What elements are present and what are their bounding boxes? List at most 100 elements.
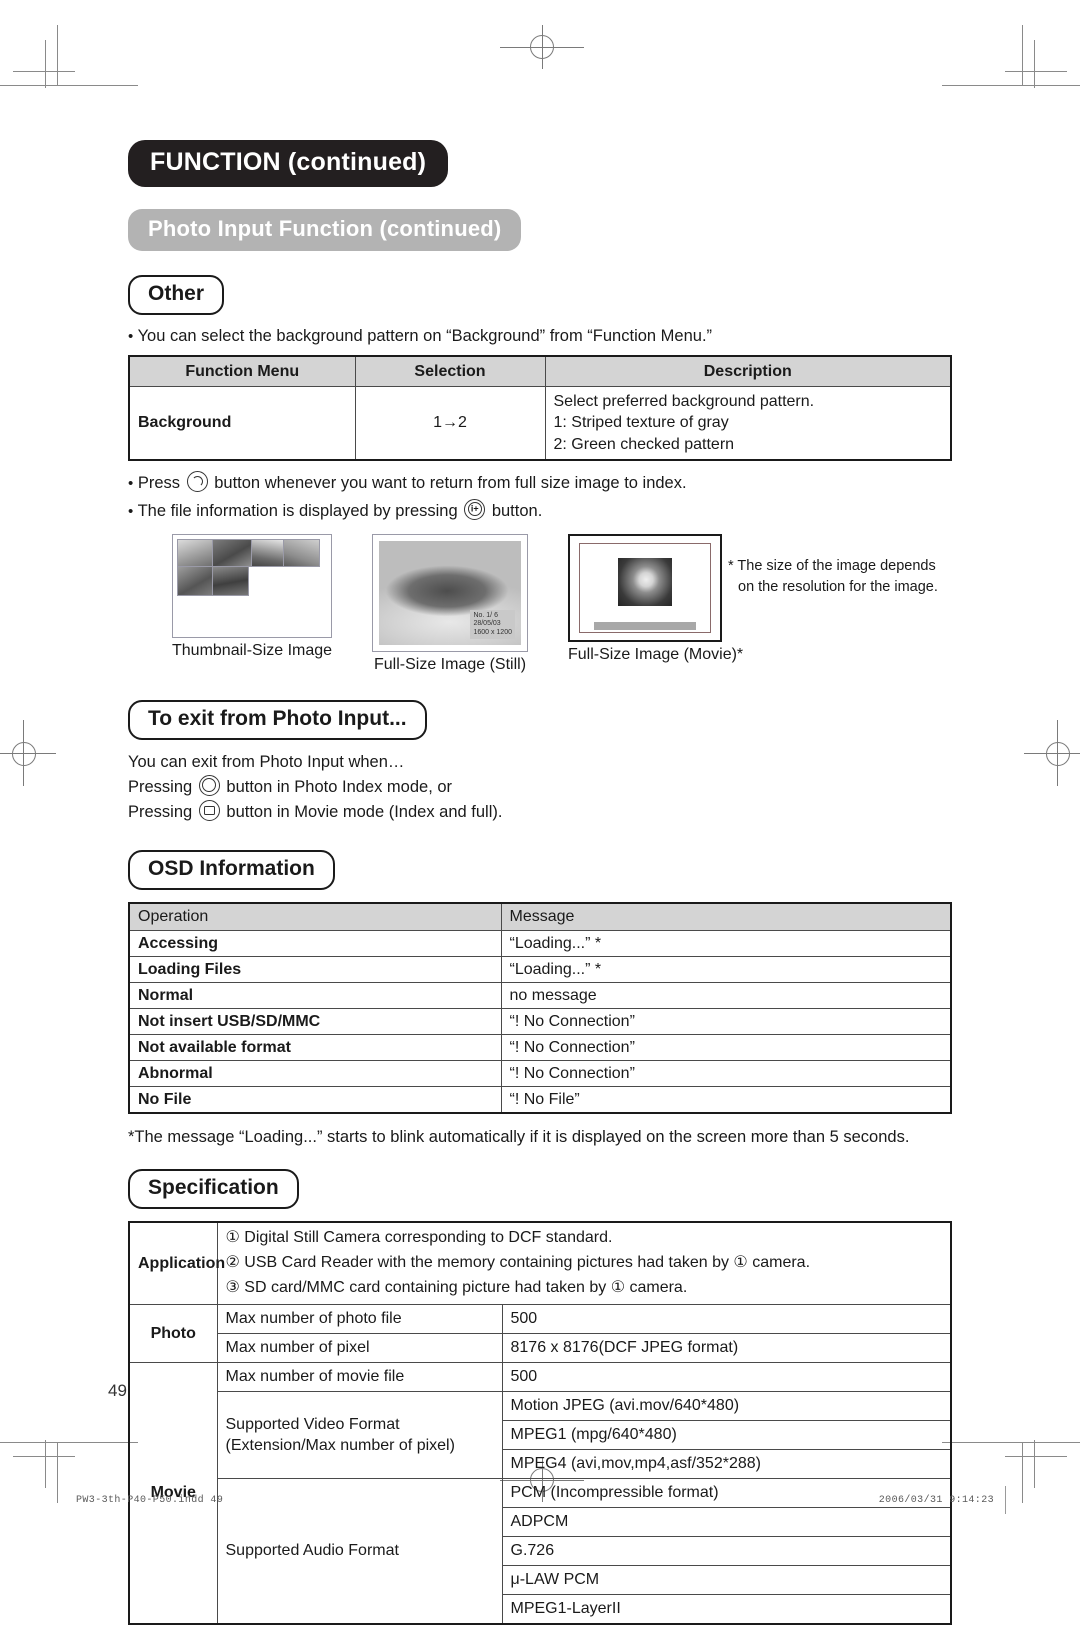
info-plus-glyph: i+ [470, 503, 479, 514]
cell-spec-name: Max number of movie file [216, 1361, 503, 1392]
section-title: Photo Input Function (continued) [128, 209, 522, 251]
other-intro: • You can select the background pattern … [128, 325, 952, 347]
table-row: Background 1→2 Select preferred backgrou… [128, 386, 952, 461]
cell-message: “! No Connection” [500, 1007, 952, 1036]
cell-message: “! No Connection” [500, 1034, 952, 1062]
figure-full-movie: Full-Size Image (Movie)* [568, 534, 743, 664]
manual-page: FUNCTION (continued) Photo Input Functio… [0, 0, 1080, 1625]
table-row: Max number of pixel 8176 x 8176(DCF JPEG… [129, 1332, 952, 1363]
other-section: Other [128, 275, 952, 315]
exit-line-3-pre: Pressing [128, 802, 193, 821]
cell-spec-value: 500 [501, 1303, 952, 1334]
movie-frame [568, 534, 722, 643]
still-info-overlay: No. 1/ 6 28/05/03 1600 x 1200 [470, 609, 515, 640]
table-row: Movie Max number of movie file 500 [128, 1361, 952, 1625]
specification-section: Specification [128, 1169, 952, 1210]
cell-message: “! No Connection” [500, 1060, 952, 1088]
exit-line-3: Pressing button in Movie mode (Index and… [128, 799, 952, 825]
figure-thumbnail: Thumbnail-Size Image [172, 534, 333, 660]
table-row: Supported Audio Format PCM (Incompressib… [129, 1477, 952, 1625]
cell-spec-value: 500 [501, 1361, 952, 1392]
table-row: Abnormal “! No Connection” [128, 1060, 952, 1088]
return-button-icon [186, 470, 208, 492]
table-row: Normal no message [128, 981, 952, 1009]
return-bullet-post: button whenever you want to return from … [214, 473, 687, 492]
cell-spec-name: Max number of photo file [216, 1303, 503, 1334]
figure-sidenote: * The size of the image depends on the r… [728, 556, 958, 598]
osd-footnote: *The message “Loading...” starts to blin… [128, 1128, 910, 1147]
overlay-line-1: No. 1/ 6 [473, 611, 498, 619]
cell-description: Select preferred background pattern. 1: … [544, 386, 952, 461]
specification-table: Application ① Digital Still Camera corre… [128, 1221, 952, 1625]
description-line-2: 1: Striped texture of gray [553, 414, 729, 432]
exit-line-1: You can exit from Photo Input when… [128, 750, 952, 775]
cell-operation: No File [128, 1086, 502, 1114]
thumbnail-grid [173, 535, 323, 637]
application-list: ① Digital Still Camera corresponding to … [226, 1226, 943, 1300]
cell-operation: Loading Files [128, 955, 502, 983]
overlay-line-2: 28/05/03 [473, 620, 501, 628]
cell-selection-value: 1→2 [354, 386, 546, 461]
info-bullet-post: button. [491, 501, 543, 520]
overlay-line-3: 1600 x 1200 [473, 628, 512, 636]
background-table: Function Menu Selection Description Back… [128, 355, 952, 461]
col-description: Description [544, 355, 952, 388]
exit-line-1-text: You can exit from Photo Input when… [128, 753, 405, 772]
return-bullet-pre: Press [137, 473, 181, 492]
sidenote-line-2: on the resolution for the image. [738, 579, 938, 596]
exit-heading: To exit from Photo Input... [128, 700, 427, 741]
movie-camera-button-icon [198, 799, 220, 821]
table-row-application: Application ① Digital Still Camera corre… [128, 1221, 952, 1305]
cell-message: “Loading...” * [500, 955, 952, 983]
table-row: Photo Max number of photo file 500 [128, 1303, 952, 1363]
figure-caption: Full-Size Image (Still) [373, 656, 527, 674]
cell-message: no message [500, 981, 952, 1009]
thumbnail-cell [251, 539, 284, 568]
cell-operation: Abnormal [128, 1060, 502, 1088]
sidenote-line-1: * The size of the image depends [728, 558, 936, 575]
col-message: Message [500, 902, 952, 931]
spec-label-photo: Photo [128, 1303, 218, 1363]
movie-progress-bar [594, 622, 696, 631]
cell-spec-value: G.726 [501, 1535, 952, 1566]
info-button-bullet: • The file information is displayed by p… [128, 498, 952, 522]
description-line-3: 2: Green checked pattern [553, 435, 735, 453]
cell-spec-name: Max number of pixel [216, 1332, 503, 1363]
cell-spec-value: Motion JPEG (avi.mov/640*480) [501, 1390, 952, 1421]
table-row: Loading Files “Loading...” * [128, 955, 952, 983]
application-item: ② USB Card Reader with the memory contai… [225, 1254, 811, 1272]
thumbnail-cell [212, 539, 252, 568]
thumbnail-frame [172, 534, 333, 639]
osd-table: Operation Message Accessing “Loading...”… [128, 902, 952, 1115]
page-number: 49 [108, 1381, 127, 1400]
cell-operation: Normal [128, 981, 502, 1009]
page-title: FUNCTION (continued) [128, 140, 449, 187]
col-selection: Selection [354, 355, 546, 388]
cell-menu-background: Background [128, 386, 356, 461]
specification-heading: Specification [128, 1169, 299, 1210]
other-heading: Other [128, 275, 225, 315]
table-row: Not available format “! No Connection” [128, 1034, 952, 1062]
movie-photo [618, 558, 672, 607]
application-item: ① Digital Still Camera corresponding to … [225, 1229, 613, 1247]
exit-line-2-pre: Pressing [128, 777, 193, 796]
figure-caption: Full-Size Image (Movie)* [568, 646, 744, 664]
cell-operation: Not available format [128, 1034, 502, 1062]
spec-label-movie: Movie [128, 1361, 218, 1625]
cell-audio-format-name: Supported Audio Format [216, 1477, 503, 1625]
photo-index-button-icon [198, 774, 220, 796]
cell-operation: Not insert USB/SD/MMC [128, 1007, 502, 1036]
still-photo: No. 1/ 6 28/05/03 1600 x 1200 [379, 541, 521, 646]
table-row: Supported Video Format (Extension/Max nu… [129, 1390, 952, 1479]
thumbnail-cell [177, 539, 213, 568]
bullet-dot-icon: • [128, 502, 134, 520]
table-row: Accessing “Loading...” * [128, 929, 952, 957]
table-header-row: Function Menu Selection Description [128, 355, 952, 388]
imprint-timestamp: 2006/03/31 9:14:23 [878, 1495, 994, 1506]
table-row: Not insert USB/SD/MMC “! No Connection” [128, 1007, 952, 1036]
imprint-rule [1005, 1486, 1006, 1514]
spec-label-application: Application [128, 1221, 225, 1305]
thumbnail-cell [283, 539, 320, 568]
exit-line-3-post: button in Movie mode (Index and full). [226, 802, 503, 821]
other-intro-text: You can select the background pattern on… [137, 327, 713, 345]
